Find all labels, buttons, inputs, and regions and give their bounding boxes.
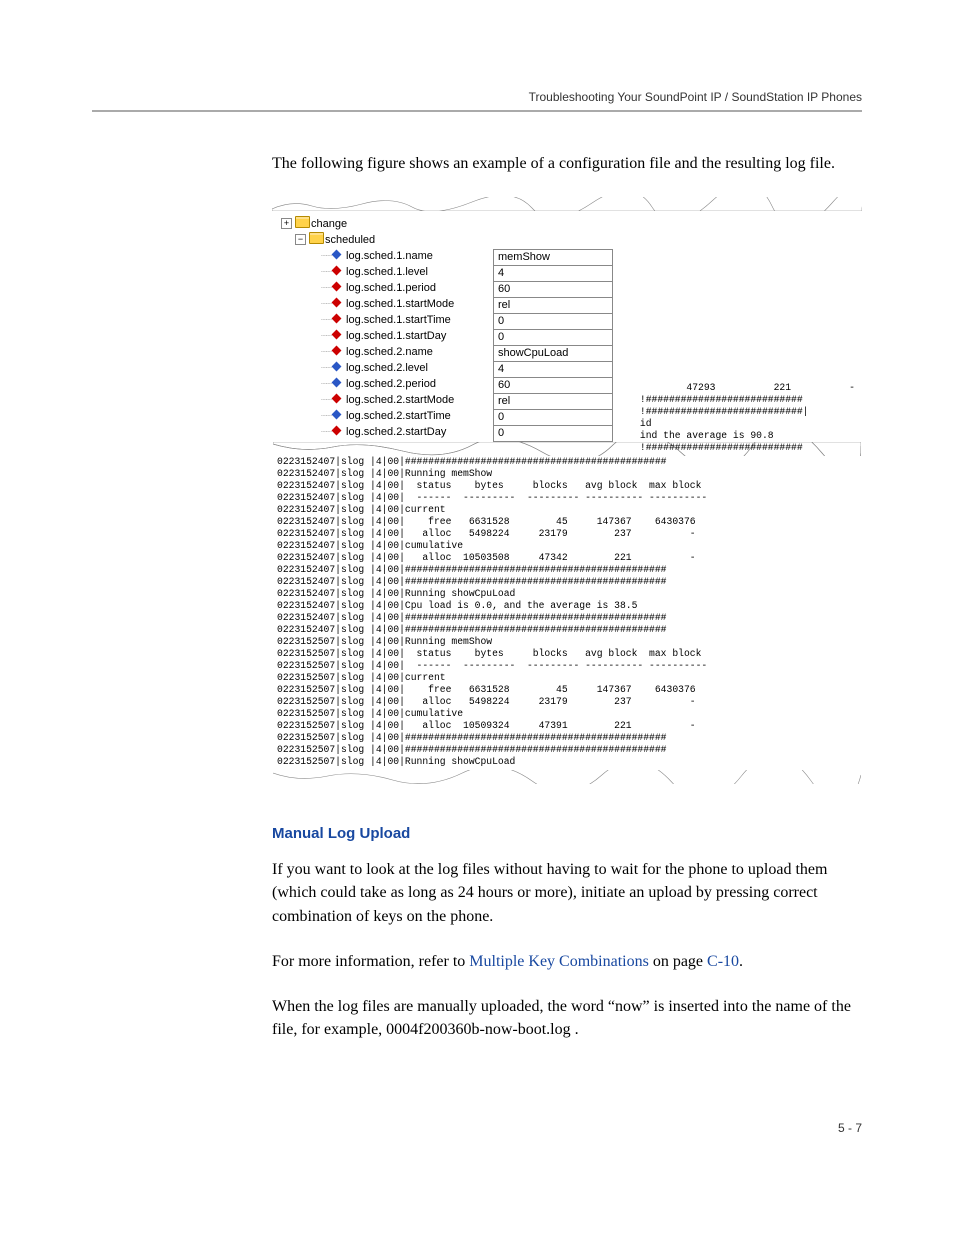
tree-val-log-sched-1-period: 60 bbox=[493, 282, 613, 298]
tree-attr-log-sched-2-startTime: ┈┈log.sched.2.startTime bbox=[281, 408, 493, 424]
diamond-icon bbox=[332, 362, 342, 372]
tree-val-log-sched-1-level: 4 bbox=[493, 266, 613, 282]
manual-upload-paragraph-3: When the log files are manually uploaded… bbox=[272, 995, 862, 1041]
tree-attr-log-sched-1-period: ┈┈log.sched.1.period bbox=[281, 280, 493, 296]
config-log-figure: +change −scheduled ┈┈log.sched.1.name┈┈l… bbox=[272, 197, 862, 785]
page-c10-link[interactable]: C-10 bbox=[707, 953, 739, 970]
config-tree: +change −scheduled ┈┈log.sched.1.name┈┈l… bbox=[273, 212, 493, 442]
diamond-icon bbox=[332, 410, 342, 420]
diamond-icon bbox=[332, 426, 342, 436]
tree-val-log-sched-2-startMode: rel bbox=[493, 394, 613, 410]
tree-val-log-sched-2-period: 60 bbox=[493, 378, 613, 394]
para2-post: . bbox=[739, 953, 743, 970]
expand-icon: + bbox=[281, 218, 292, 229]
torn-edge-bottom-icon bbox=[273, 770, 861, 784]
tree-attr-log-sched-1-startTime: ┈┈log.sched.1.startTime bbox=[281, 312, 493, 328]
tree-attr-log-sched-1-level: ┈┈log.sched.1.level bbox=[281, 264, 493, 280]
manual-upload-paragraph-2: For more information, refer to Multiple … bbox=[272, 950, 862, 973]
tree-attr-log-sched-2-startDay: ┈┈log.sched.2.startDay bbox=[281, 424, 493, 440]
running-header: Troubleshooting Your SoundPoint IP / Sou… bbox=[92, 90, 862, 112]
diamond-icon bbox=[332, 250, 342, 260]
tree-val-log-sched-1-startMode: rel bbox=[493, 298, 613, 314]
tree-val-log-sched-2-startTime: 0 bbox=[493, 410, 613, 426]
tree-attr-log-sched-1-name: ┈┈log.sched.1.name bbox=[281, 248, 493, 264]
diamond-icon bbox=[332, 378, 342, 388]
diamond-icon bbox=[332, 282, 342, 292]
diamond-icon bbox=[332, 346, 342, 356]
tree-val-log-sched-2-level: 4 bbox=[493, 362, 613, 378]
collapse-icon: − bbox=[295, 234, 306, 245]
diamond-icon bbox=[332, 266, 342, 276]
multiple-key-combinations-link[interactable]: Multiple Key Combinations bbox=[469, 953, 649, 970]
tree-val-log-sched-1-name: memShow bbox=[493, 249, 613, 266]
manual-upload-paragraph-1: If you want to look at the log files wit… bbox=[272, 858, 862, 928]
tree-node-change: +change bbox=[281, 216, 493, 232]
tree-attr-log-sched-2-startMode: ┈┈log.sched.2.startMode bbox=[281, 392, 493, 408]
diamond-icon bbox=[332, 330, 342, 340]
diamond-icon bbox=[332, 314, 342, 324]
para2-pre: For more information, refer to bbox=[272, 953, 469, 970]
config-values-column: . . memShow460rel00showCpuLoad460rel00 bbox=[493, 212, 613, 442]
torn-edge-top-icon bbox=[272, 197, 862, 211]
diamond-icon bbox=[332, 298, 342, 308]
section-heading-manual-log-upload: Manual Log Upload bbox=[272, 825, 862, 842]
tree-attr-log-sched-2-period: ┈┈log.sched.2.period bbox=[281, 376, 493, 392]
tree-val-log-sched-1-startDay: 0 bbox=[493, 330, 613, 346]
tree-attr-log-sched-1-startMode: ┈┈log.sched.1.startMode bbox=[281, 296, 493, 312]
tree-attr-log-sched-2-level: ┈┈log.sched.2.level bbox=[281, 360, 493, 376]
log-dump: 0223152407|slog |4|00|##################… bbox=[273, 456, 861, 770]
tree-attr-log-sched-1-startDay: ┈┈log.sched.1.startDay bbox=[281, 328, 493, 344]
tree-attr-log-sched-2-name: ┈┈log.sched.2.name bbox=[281, 344, 493, 360]
tree-val-log-sched-2-startDay: 0 bbox=[493, 426, 613, 442]
tree-val-log-sched-1-startTime: 0 bbox=[493, 314, 613, 330]
intro-paragraph: The following figure shows an example of… bbox=[272, 152, 862, 175]
tree-node-scheduled: −scheduled bbox=[281, 232, 493, 248]
log-overlay-fragment: 47293 221 - !###########################… bbox=[640, 382, 855, 454]
page-number: 5 - 7 bbox=[92, 1121, 862, 1135]
tree-val-log-sched-2-name: showCpuLoad bbox=[493, 346, 613, 362]
para2-mid: on page bbox=[649, 953, 707, 970]
diamond-icon bbox=[332, 394, 342, 404]
